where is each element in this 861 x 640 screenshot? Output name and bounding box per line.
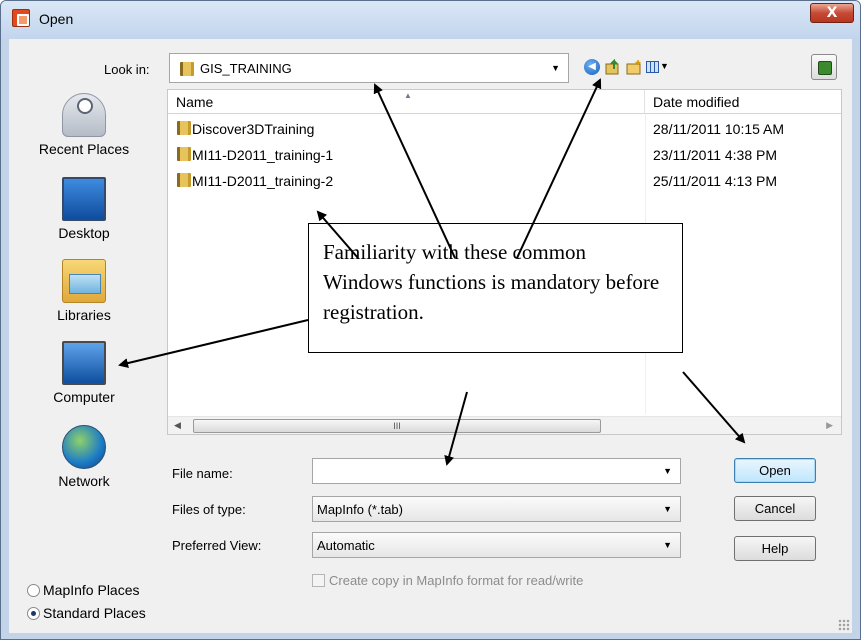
column-label: Name	[176, 94, 214, 110]
folder-icon	[177, 147, 191, 161]
radio-button[interactable]	[27, 607, 40, 620]
look-in-label: Look in:	[104, 62, 150, 77]
place-desktop[interactable]: Desktop	[9, 177, 159, 241]
radio-button[interactable]	[27, 584, 40, 597]
title-bar: Open X	[1, 1, 860, 39]
list-item[interactable]: MI11-D2011_training-2 25/11/2011 4:13 PM	[168, 168, 841, 194]
folder-icon	[180, 62, 194, 76]
network-icon	[62, 425, 106, 469]
file-date: 25/11/2011 4:13 PM	[653, 173, 778, 189]
view-menu-icon[interactable]: ▼	[646, 59, 669, 75]
place-label: Network	[58, 473, 110, 489]
column-header-date-modified[interactable]: Date modified	[645, 90, 841, 114]
scroll-right-icon[interactable]: ▶	[826, 420, 833, 431]
checkbox-label: Create copy in MapInfo format for read/w…	[329, 573, 584, 588]
horizontal-scrollbar[interactable]: ◀ III ▶	[168, 416, 841, 434]
window-title: Open	[39, 11, 74, 27]
file-name-label: File name:	[172, 466, 233, 481]
places-bar: Recent Places Desktop Libraries Computer…	[9, 89, 159, 579]
file-date: 28/11/2011 10:15 AM	[653, 121, 785, 137]
place-label: Desktop	[58, 225, 110, 241]
libraries-icon	[62, 259, 106, 303]
files-of-type-select[interactable]: MapInfo (*.tab) ▼	[312, 496, 681, 522]
open-button[interactable]: Open	[734, 458, 816, 483]
folder-icon	[177, 173, 191, 187]
recent-places-icon	[62, 93, 106, 137]
place-recent-places[interactable]: Recent Places	[9, 93, 159, 157]
place-network[interactable]: Network	[9, 425, 159, 489]
desktop-shortcut-button[interactable]	[811, 54, 837, 80]
scroll-left-icon[interactable]: ◀	[174, 420, 181, 431]
folder-icon	[177, 121, 191, 135]
scroll-thumb[interactable]: III	[193, 419, 601, 433]
list-item[interactable]: Discover3DTraining 28/11/2011 10:15 AM	[168, 116, 841, 142]
chevron-down-icon[interactable]: ▼	[551, 63, 560, 73]
desktop-icon	[62, 177, 106, 221]
look-in-combo[interactable]: GIS_TRAINING ▼	[169, 53, 569, 83]
preferred-view-label: Preferred View:	[172, 538, 262, 553]
up-folder-icon[interactable]	[605, 58, 621, 75]
chevron-down-icon[interactable]: ▼	[663, 504, 672, 514]
back-icon[interactable]: ◀	[584, 59, 600, 75]
place-label: Computer	[53, 389, 115, 405]
file-name: MI11-D2011_training-2	[192, 173, 334, 189]
column-label: Date modified	[653, 94, 740, 110]
look-in-value: GIS_TRAINING	[200, 61, 292, 76]
file-name: MI11-D2011_training-1	[192, 147, 334, 163]
cancel-button[interactable]: Cancel	[734, 496, 816, 521]
chevron-down-icon[interactable]: ▼	[663, 466, 672, 476]
file-date: 23/11/2011 4:38 PM	[653, 147, 778, 163]
resize-grip-icon[interactable]	[838, 619, 850, 631]
create-copy-checkbox[interactable]: Create copy in MapInfo format for read/w…	[312, 573, 583, 588]
annotation-callout: Familiarity with these common Windows fu…	[308, 223, 683, 353]
radio-label: MapInfo Places	[43, 582, 140, 598]
radio-standard-places[interactable]: Standard Places	[27, 605, 146, 621]
place-label: Libraries	[57, 307, 111, 323]
mapinfo-app-icon	[12, 9, 30, 27]
file-name-input[interactable]: ▼	[312, 458, 681, 484]
preferred-view-select[interactable]: Automatic ▼	[312, 532, 681, 558]
checkbox[interactable]	[312, 574, 325, 587]
radio-label: Standard Places	[43, 605, 146, 621]
place-label: Recent Places	[38, 141, 130, 157]
sort-arrow-icon: ▲	[404, 91, 412, 100]
files-of-type-label: Files of type:	[172, 502, 246, 517]
place-computer[interactable]: Computer	[9, 341, 159, 405]
column-header-name[interactable]: Name ▲	[168, 90, 645, 114]
help-button[interactable]: Help	[734, 536, 816, 561]
files-of-type-value: MapInfo (*.tab)	[317, 502, 403, 517]
new-folder-icon[interactable]	[626, 59, 642, 75]
close-button[interactable]: X	[810, 3, 854, 23]
chevron-down-icon[interactable]: ▼	[663, 540, 672, 550]
computer-icon	[62, 341, 106, 385]
radio-mapinfo-places[interactable]: MapInfo Places	[27, 582, 140, 598]
list-item[interactable]: MI11-D2011_training-1 23/11/2011 4:38 PM	[168, 142, 841, 168]
place-libraries[interactable]: Libraries	[9, 259, 159, 323]
file-name: Discover3DTraining	[192, 121, 315, 137]
preferred-view-value: Automatic	[317, 538, 375, 553]
